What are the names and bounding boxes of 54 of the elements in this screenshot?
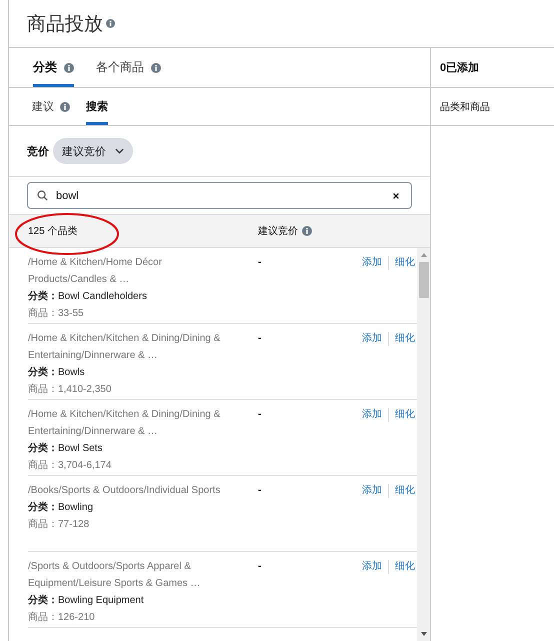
info-icon[interactable]: [106, 19, 115, 28]
add-link[interactable]: 添加: [362, 482, 382, 499]
category-name: 分类：Bowling: [28, 500, 94, 515]
product-count: 商品：1,410-2,350: [28, 382, 112, 397]
category-name: 分类：Bowl Candleholders: [28, 290, 148, 304]
refine-link[interactable]: 细化: [395, 330, 415, 347]
category-name: 分类：Bowling Equipment: [28, 594, 145, 608]
sub-tab[interactable]: 建议: [32, 88, 70, 125]
scrollbar[interactable]: [417, 248, 430, 641]
chevron-down-icon: [115, 148, 124, 154]
category-path: /Home & Kitchen/Kitchen & Dining/Dining & Entertaining/Dinnerware & …: [28, 332, 222, 363]
category-path: /Books/Sports & Outdoors/Individual Sports: [28, 484, 222, 498]
add-link[interactable]: 添加: [362, 254, 382, 271]
bid-value: -: [258, 560, 262, 574]
bid-value: -: [258, 332, 262, 346]
add-link[interactable]: 添加: [362, 330, 382, 347]
category-path: /Sports & Outdoors/Sports Apparel & Equipment/Leisure Sports & Games …: [28, 560, 202, 591]
add-link[interactable]: 添加: [362, 558, 382, 575]
category-name: 分类：Bowl Sets: [28, 442, 104, 456]
category-path: /Home & Kitchen/Home Décor Products/Candles & …: [28, 256, 163, 287]
info-icon[interactable]: [302, 226, 312, 236]
info-icon[interactable]: [60, 102, 70, 112]
bid-value: -: [258, 484, 262, 498]
refine-link[interactable]: 细化: [395, 558, 415, 575]
bid-dropdown[interactable]: 建议竞价: [53, 138, 133, 164]
category-name: 分类：Bowls: [28, 366, 86, 380]
search-icon: [37, 190, 48, 201]
clear-icon[interactable]: [392, 192, 400, 200]
info-icon[interactable]: [64, 62, 74, 72]
refine-link[interactable]: 细化: [395, 254, 415, 271]
product-count: 商品：33-55: [28, 306, 85, 321]
refine-link[interactable]: 细化: [395, 406, 415, 423]
category-tab[interactable]: 分类: [33, 48, 74, 87]
result-count: 125 个品类: [28, 224, 78, 238]
bid-label: 竞价: [27, 144, 49, 158]
scroll-up-icon[interactable]: [420, 252, 428, 258]
product-count: 商品：126-210: [28, 610, 96, 625]
category-path: /Home & Kitchen/Kitchen & Dining/Dining & Entertaining/Dinnerware & …: [28, 408, 222, 439]
column-header: 建议竞价: [258, 224, 298, 238]
scroll-down-icon[interactable]: [420, 631, 428, 637]
refine-link[interactable]: 细化: [395, 482, 415, 499]
sub-tab[interactable]: 搜索: [86, 88, 108, 125]
scrollbar-thumb[interactable]: [418, 262, 428, 298]
page-title: 商品投放: [27, 12, 103, 36]
add-link[interactable]: 添加: [362, 406, 382, 423]
bid-value: -: [258, 408, 262, 422]
info-icon[interactable]: [151, 62, 161, 72]
product-count: 商品：77-128: [28, 518, 90, 532]
search-field[interactable]: bowl: [27, 182, 412, 209]
added-count: 0已添加: [431, 48, 554, 88]
bid-value: -: [258, 256, 262, 270]
product-count: 商品：3,704-6,174: [28, 458, 112, 473]
added-subtitle: 品类和商品: [431, 88, 554, 126]
category-tab[interactable]: 各个商品: [96, 48, 161, 87]
